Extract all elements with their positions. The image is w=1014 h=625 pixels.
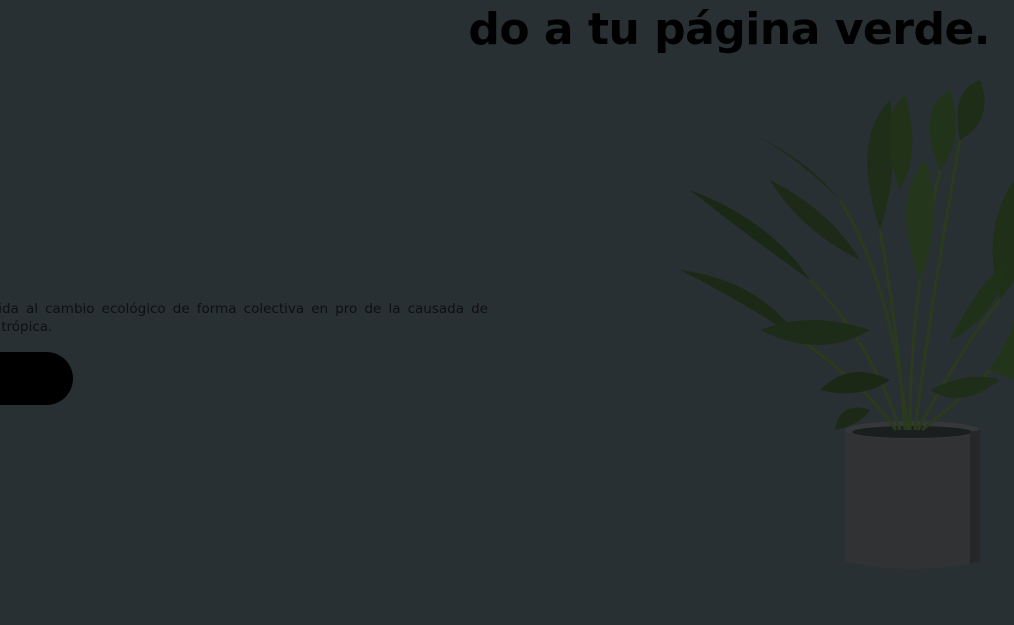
hero-description: omprometida al cambio ecológico de forma… — [0, 301, 488, 335]
cta-button[interactable] — [0, 352, 73, 405]
hero-title: do a tu página verde. — [468, 4, 990, 55]
potted-plant-icon — [680, 80, 1014, 569]
landing-page: do a tu página verde. omprometida al cam… — [0, 0, 1014, 625]
plant-pot — [845, 421, 980, 569]
plant-leaves — [680, 80, 1014, 430]
